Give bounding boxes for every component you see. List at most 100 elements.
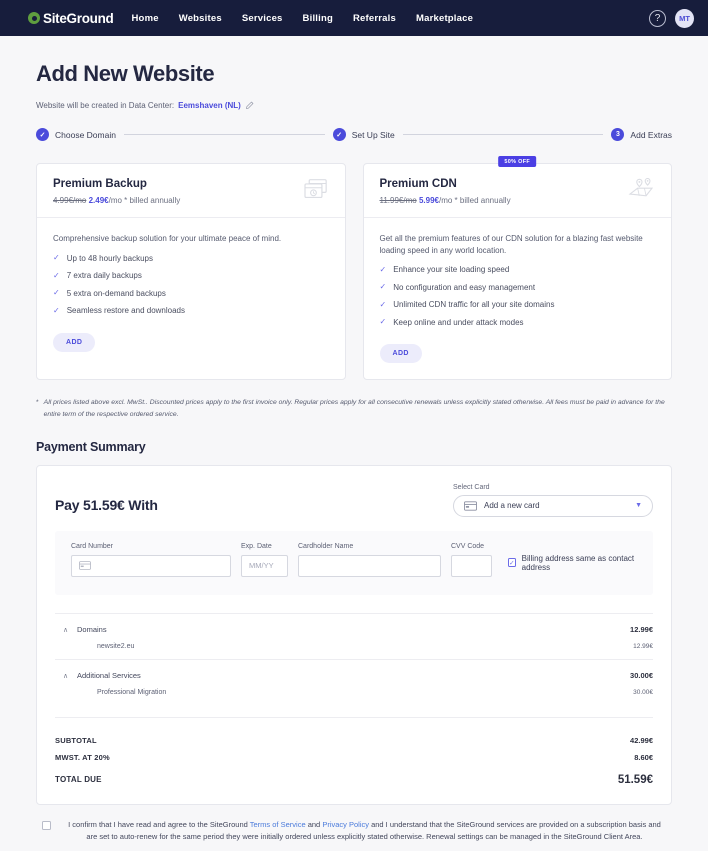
feature-label: Seamless restore and downloads bbox=[66, 306, 185, 316]
card-description: Comprehensive backup solution for your u… bbox=[53, 234, 282, 243]
add-premium-backup-button[interactable]: ADD bbox=[53, 332, 96, 352]
feature-item: ✓ Seamless restore and downloads bbox=[53, 306, 329, 315]
payment-panel: Pay 51.59€ With Select Card Add a new ca… bbox=[36, 464, 672, 805]
nav-item-home[interactable]: Home bbox=[132, 13, 159, 24]
step-set-up-site[interactable]: ✓ Set Up Site bbox=[332, 128, 395, 141]
tax-amount: 8.60€ bbox=[634, 752, 653, 762]
chevron-up-icon[interactable]: ∧ bbox=[63, 626, 68, 634]
credit-card-icon bbox=[79, 561, 91, 571]
total-due-amount: 51.59€ bbox=[617, 773, 653, 786]
billing-address-checkbox[interactable]: ✓ bbox=[508, 558, 516, 568]
feature-item: ✓ Up to 48 hourly backups bbox=[53, 254, 329, 263]
billing-address-row: ✓ Billing address same as contact addres… bbox=[508, 554, 637, 577]
nav-item-services[interactable]: Services bbox=[242, 13, 283, 24]
exp-date-label: Exp. Date bbox=[241, 542, 272, 550]
check-icon: ✓ bbox=[53, 305, 60, 315]
extras-cards: Premium Backup 4.99€/mo 2.49€/mo * bille… bbox=[36, 156, 672, 381]
privacy-policy-link[interactable]: Privacy Policy bbox=[322, 820, 369, 829]
avatar[interactable]: MT bbox=[675, 8, 694, 28]
card-price: 4.99€/mo 2.49€/mo * billed annually bbox=[53, 196, 180, 205]
check-icon: ✓ bbox=[379, 282, 387, 292]
stepper: ✓ Choose Domain ✓ Set Up Site 3 Add Extr… bbox=[36, 128, 672, 141]
order-item-label: newsite2.eu bbox=[97, 642, 135, 650]
card-header: Premium Backup 4.99€/mo 2.49€/mo * bille… bbox=[37, 164, 345, 218]
card-price-suffix: /mo * billed annually bbox=[108, 196, 181, 205]
step-add-extras[interactable]: 3 Add Extras bbox=[611, 128, 672, 141]
order-group-header[interactable]: ∧ Additional Services 30.00€ bbox=[55, 669, 653, 682]
step-connector-1 bbox=[123, 134, 325, 135]
card-feature-list: ✓ Enhance your site loading speed ✓ No c… bbox=[380, 265, 656, 327]
billing-address-label: Billing address same as contact address bbox=[521, 553, 635, 572]
terms-checkbox[interactable] bbox=[42, 820, 51, 830]
payment-panel-header: Pay 51.59€ With Select Card Add a new ca… bbox=[55, 484, 653, 517]
page-content: Add New Website Website will be created … bbox=[0, 61, 708, 851]
check-icon: ✓ bbox=[53, 253, 60, 263]
pay-amount-heading: Pay 51.59€ With bbox=[55, 496, 158, 513]
step-3-icon: 3 bbox=[611, 128, 625, 141]
check-icon: ✓ bbox=[53, 270, 60, 280]
feature-label: Unlimited CDN traffic for all your site … bbox=[393, 300, 555, 310]
total-due-label: TOTAL DUE bbox=[55, 775, 102, 785]
order-group-additional-services: ∧ Additional Services 30.00€ Professiona… bbox=[55, 658, 653, 705]
nav-item-referrals[interactable]: Referrals bbox=[353, 13, 396, 24]
check-icon: ✓ bbox=[379, 317, 387, 327]
cardholder-group: Cardholder Name bbox=[298, 543, 441, 577]
card-description: Get all the premium features of our CDN … bbox=[379, 234, 643, 255]
question-mark-icon[interactable]: ? bbox=[649, 9, 666, 27]
add-premium-cdn-button[interactable]: ADD bbox=[379, 344, 422, 364]
pencil-icon[interactable] bbox=[245, 101, 254, 110]
chevron-up-icon[interactable]: ∧ bbox=[63, 672, 68, 680]
cvv-label: CVV Code bbox=[451, 542, 485, 550]
feature-item: ✓ 7 extra daily backups bbox=[53, 271, 329, 280]
card-number-input[interactable] bbox=[71, 554, 231, 577]
order-group-amount: 30.00€ bbox=[630, 670, 653, 680]
step-choose-domain[interactable]: ✓ Choose Domain bbox=[36, 128, 116, 141]
price-disclaimer: * All prices listed above excl. MwSt.. D… bbox=[36, 397, 672, 421]
terms-of-service-link[interactable]: Terms of Service bbox=[250, 820, 306, 829]
terms-row: I confirm that I have read and agree to … bbox=[36, 819, 672, 844]
credit-card-icon bbox=[464, 501, 477, 511]
datacenter-link[interactable]: Eemshaven (NL) bbox=[178, 101, 241, 110]
card-title: Premium CDN bbox=[379, 178, 457, 190]
feature-label: Up to 48 hourly backups bbox=[66, 253, 153, 263]
page-title: Add New Website bbox=[36, 61, 215, 86]
exp-date-group: Exp. Date MM/YY bbox=[241, 543, 288, 577]
feature-label: No configuration and easy management bbox=[393, 282, 536, 292]
cvv-group: CVV Code bbox=[451, 543, 492, 577]
exp-date-input[interactable]: MM/YY bbox=[241, 554, 288, 577]
feature-item: ✓ Enhance your site loading speed bbox=[380, 265, 656, 274]
nav-right-actions: ? MT bbox=[649, 8, 694, 28]
cardholder-input[interactable] bbox=[298, 554, 441, 577]
card-body: Get all the premium features of our CDN … bbox=[364, 218, 672, 327]
card-price-old: 11.99€/mo bbox=[379, 196, 417, 205]
cvv-input[interactable] bbox=[451, 554, 492, 577]
nav-item-marketplace[interactable]: Marketplace bbox=[416, 13, 473, 24]
feature-item: ✓ Keep online and under attack modes bbox=[380, 318, 656, 327]
order-item-amount: 12.99€ bbox=[633, 642, 653, 650]
nav-item-websites[interactable]: Websites bbox=[179, 13, 222, 24]
terms-text: I confirm that I have read and agree to … bbox=[63, 819, 666, 844]
feature-item: ✓ 5 extra on-demand backups bbox=[53, 289, 329, 298]
chevron-down-icon: ▼ bbox=[635, 502, 642, 510]
terms-part-1: I confirm that I have read and agree to … bbox=[68, 819, 250, 829]
order-group-header[interactable]: ∧ Domains 12.99€ bbox=[55, 623, 653, 636]
select-card-label: Select Card bbox=[453, 483, 490, 491]
nav-item-billing[interactable]: Billing bbox=[303, 13, 333, 24]
datacenter-prefix: Website will be created in Data Center: bbox=[36, 101, 175, 110]
disclaimer-text: All prices listed above excl. MwSt.. Dis… bbox=[43, 399, 665, 419]
order-line-item: newsite2.eu 12.99€ bbox=[55, 641, 653, 652]
card-price-suffix: /mo * billed annually bbox=[438, 196, 511, 205]
total-due-row: TOTAL DUE 51.59€ bbox=[55, 766, 653, 790]
order-item-amount: 30.00€ bbox=[633, 688, 653, 696]
siteground-logo[interactable]: SiteGround bbox=[28, 11, 114, 26]
select-card-wrapper: Select Card Add a new card ▼ bbox=[453, 484, 653, 517]
order-summary: ∧ Domains 12.99€ newsite2.eu 12.99€ ∧ Ad… bbox=[55, 612, 653, 790]
card-premium-cdn: 50% OFF Premium CDN 11.99€/mo 5.99€/mo *… bbox=[362, 156, 672, 381]
select-card-dropdown[interactable]: Add a new card ▼ bbox=[453, 494, 653, 517]
feature-label: Enhance your site loading speed bbox=[393, 265, 510, 275]
disclaimer-star: * bbox=[36, 399, 39, 407]
tax-label: MWST. AT 20% bbox=[55, 752, 110, 762]
cdn-map-pins-icon bbox=[628, 178, 654, 197]
card-number-label: Card Number bbox=[71, 542, 114, 550]
card-title: Premium Backup bbox=[53, 178, 147, 190]
